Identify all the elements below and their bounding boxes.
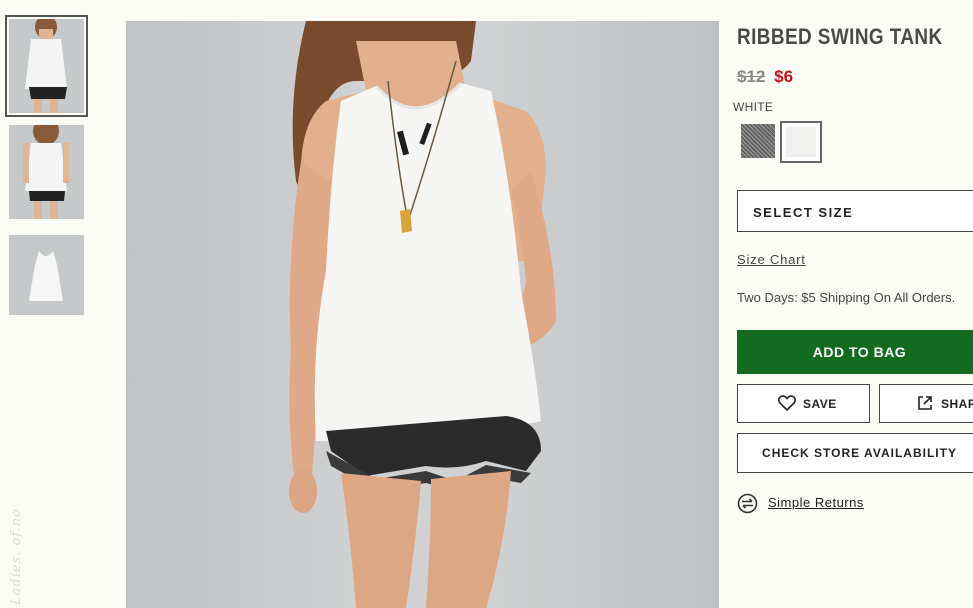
watermark-text: Ladies. of.no [9,508,24,605]
thumbnail-back-image [9,125,84,219]
color-swatch-white [786,127,816,157]
selected-color-name: WHITE [733,100,774,114]
model-photo [289,21,556,608]
thumbnail-flat[interactable] [9,235,84,315]
price-block: $12 $6 [737,67,793,87]
returns-icon [737,493,758,519]
save-button[interactable]: SAVE [737,384,870,423]
thumbnail-back[interactable] [9,125,84,219]
share-label: SHARE [941,397,973,411]
size-chart-link[interactable]: Size Chart [737,252,806,267]
color-swatch-white-selected[interactable] [780,121,822,163]
size-select-dropdown[interactable]: SELECT SIZE [737,190,973,232]
share-button[interactable]: SHARE [879,384,973,423]
product-title: RIBBED SWING TANK [737,24,943,49]
thumbnail-flat-image [9,235,84,315]
original-price: $12 [737,67,766,86]
save-label: SAVE [803,397,837,411]
sale-price: $6 [774,67,794,86]
add-to-bag-button[interactable]: ADD TO BAG [737,330,973,374]
color-swatch-grey[interactable] [741,124,775,158]
thumbnail-front[interactable] [5,15,88,117]
main-product-image[interactable] [126,21,719,608]
check-store-availability-button[interactable]: CHECK STORE AVAILABILITY [737,433,973,473]
shipping-info: Two Days: $5 Shipping On All Orders. [737,290,956,305]
share-icon [917,395,933,414]
thumbnail-front-image [9,19,84,113]
simple-returns-link[interactable]: Simple Returns [768,495,864,510]
heart-icon [777,395,797,414]
